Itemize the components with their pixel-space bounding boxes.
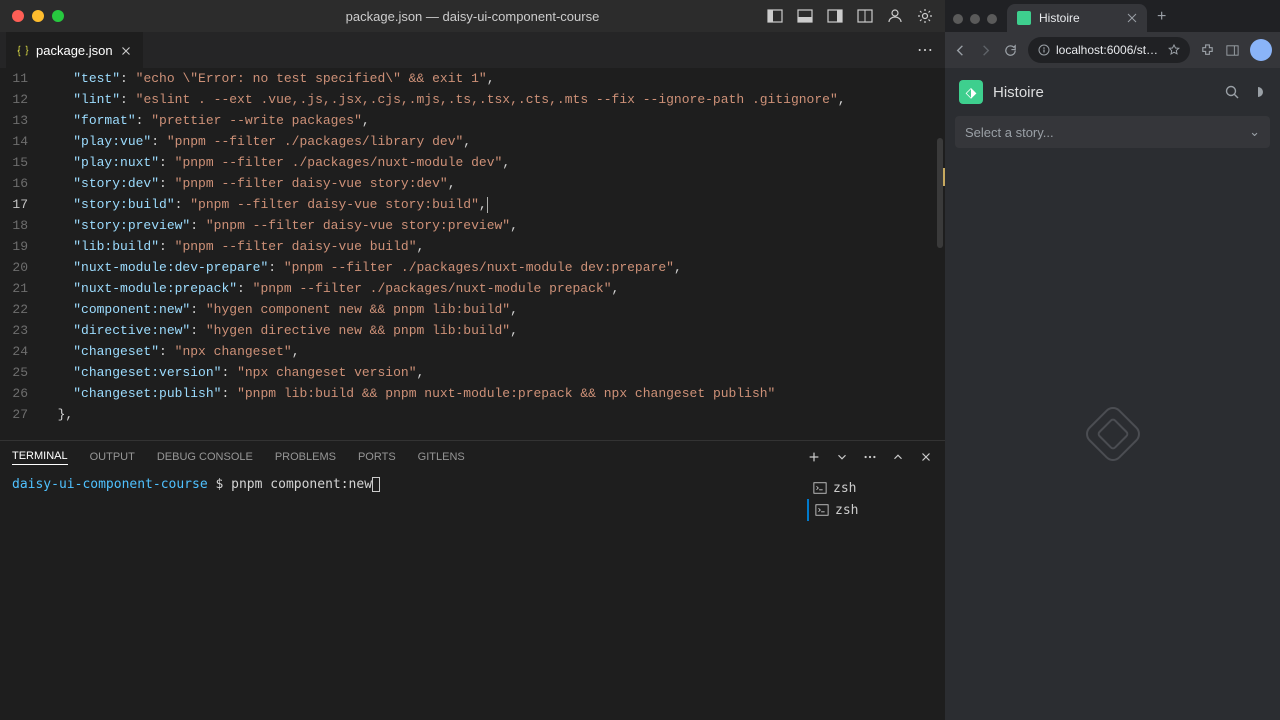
terminal-icon [815, 503, 829, 517]
window-controls [12, 10, 64, 22]
vscode-window: package.json — daisy-ui-component-course… [0, 0, 945, 720]
panel-tab-problems[interactable]: PROBLEMS [275, 451, 336, 463]
histoire-header: ⬗ Histoire [945, 68, 1280, 116]
browser-window: Histoire + localhost:6006/st… ⬗ Histoire… [945, 0, 1280, 720]
terminal-prompt-dir: daisy-ui-component-course [12, 477, 208, 492]
json-file-icon [16, 44, 30, 58]
url-text: localhost:6006/st… [1056, 43, 1158, 57]
panel-tab-ports[interactable]: PORTS [358, 451, 396, 463]
browser-minimize-button[interactable] [970, 14, 980, 24]
terminal[interactable]: daisy-ui-component-course $ pnpm compone… [0, 473, 945, 720]
terminal-sessions: zsh zsh [803, 477, 933, 716]
browser-window-controls [953, 14, 1007, 32]
extensions-icon[interactable] [1200, 43, 1215, 58]
loading-placeholder-icon [1081, 403, 1143, 465]
session-label: zsh [835, 503, 858, 518]
bottom-panel: TERMINAL OUTPUT DEBUG CONSOLE PROBLEMS P… [0, 440, 945, 720]
profile-avatar[interactable] [1250, 39, 1272, 61]
minimap[interactable] [931, 68, 945, 440]
terminal-command: pnpm component:new [231, 477, 372, 492]
site-info-icon[interactable] [1038, 44, 1050, 56]
terminal-cursor [372, 477, 380, 492]
bookmark-star-icon[interactable] [1168, 44, 1180, 56]
panel-tab-output[interactable]: OUTPUT [90, 451, 135, 463]
panel-tab-terminal[interactable]: TERMINAL [12, 450, 68, 465]
reload-icon[interactable] [1003, 43, 1018, 58]
forward-icon[interactable] [978, 43, 993, 58]
titlebar: package.json — daisy-ui-component-course [0, 0, 945, 32]
panel-left-icon[interactable] [767, 8, 783, 24]
close-tab-icon[interactable] [119, 44, 133, 58]
theme-toggle-icon[interactable] [1250, 84, 1266, 100]
close-window-button[interactable] [12, 10, 24, 22]
terminal-dropdown-icon[interactable] [835, 450, 849, 464]
favicon-icon [1017, 11, 1031, 25]
panel-right-icon[interactable] [827, 8, 843, 24]
browser-tab[interactable]: Histoire [1007, 4, 1147, 32]
terminal-prompt-symbol: $ [216, 477, 224, 492]
panel-tab-debug-console[interactable]: DEBUG CONSOLE [157, 451, 253, 463]
story-selector[interactable]: Select a story... ⌄ [955, 116, 1270, 148]
browser-maximize-button[interactable] [987, 14, 997, 24]
minimap-highlight [943, 168, 945, 186]
panel-more-icon[interactable] [863, 450, 877, 464]
titlebar-actions [767, 8, 933, 24]
line-gutter: 1112131415161718192021222324252627 [0, 68, 42, 440]
histoire-app: ⬗ Histoire Select a story... ⌄ [945, 68, 1280, 720]
histoire-brand: Histoire [993, 84, 1214, 101]
tab-overflow-button[interactable]: ⋯ [905, 40, 945, 60]
maximize-window-button[interactable] [52, 10, 64, 22]
tab-package-json[interactable]: package.json [6, 32, 143, 68]
minimize-window-button[interactable] [32, 10, 44, 22]
story-canvas [945, 148, 1280, 720]
search-icon[interactable] [1224, 84, 1240, 100]
terminal-session[interactable]: zsh [807, 499, 933, 521]
browser-toolbar: localhost:6006/st… [945, 32, 1280, 68]
layout-icon[interactable] [857, 8, 873, 24]
new-terminal-icon[interactable] [807, 450, 821, 464]
account-icon[interactable] [887, 8, 903, 24]
address-bar[interactable]: localhost:6006/st… [1028, 37, 1190, 63]
settings-gear-icon[interactable] [917, 8, 933, 24]
story-selector-placeholder: Select a story... [965, 125, 1054, 140]
new-tab-button[interactable]: + [1147, 8, 1176, 32]
terminal-output[interactable]: daisy-ui-component-course $ pnpm compone… [12, 477, 803, 716]
side-panel-icon[interactable] [1225, 43, 1240, 58]
histoire-logo-icon: ⬗ [959, 80, 983, 104]
code-area[interactable]: "test": "echo \"Error: no test specified… [42, 68, 945, 440]
browser-close-button[interactable] [953, 14, 963, 24]
minimap-thumb[interactable] [937, 138, 943, 248]
back-icon[interactable] [953, 43, 968, 58]
close-panel-icon[interactable] [919, 450, 933, 464]
panel-bottom-icon[interactable] [797, 8, 813, 24]
session-label: zsh [833, 481, 856, 496]
panel-tab-gitlens[interactable]: GITLENS [418, 451, 465, 463]
browser-tab-strip: Histoire + [945, 0, 1280, 32]
chevron-down-icon: ⌄ [1249, 124, 1260, 140]
editor-tabs: package.json ⋯ [0, 32, 945, 68]
tab-label: package.json [36, 43, 113, 58]
maximize-panel-icon[interactable] [891, 450, 905, 464]
terminal-session[interactable]: zsh [807, 477, 933, 499]
browser-tab-title: Histoire [1039, 11, 1080, 25]
panel-tabs: TERMINAL OUTPUT DEBUG CONSOLE PROBLEMS P… [0, 441, 945, 473]
editor[interactable]: 1112131415161718192021222324252627 "test… [0, 68, 945, 440]
window-title: package.json — daisy-ui-component-course [346, 9, 600, 24]
close-tab-icon[interactable] [1127, 13, 1137, 23]
terminal-icon [813, 481, 827, 495]
